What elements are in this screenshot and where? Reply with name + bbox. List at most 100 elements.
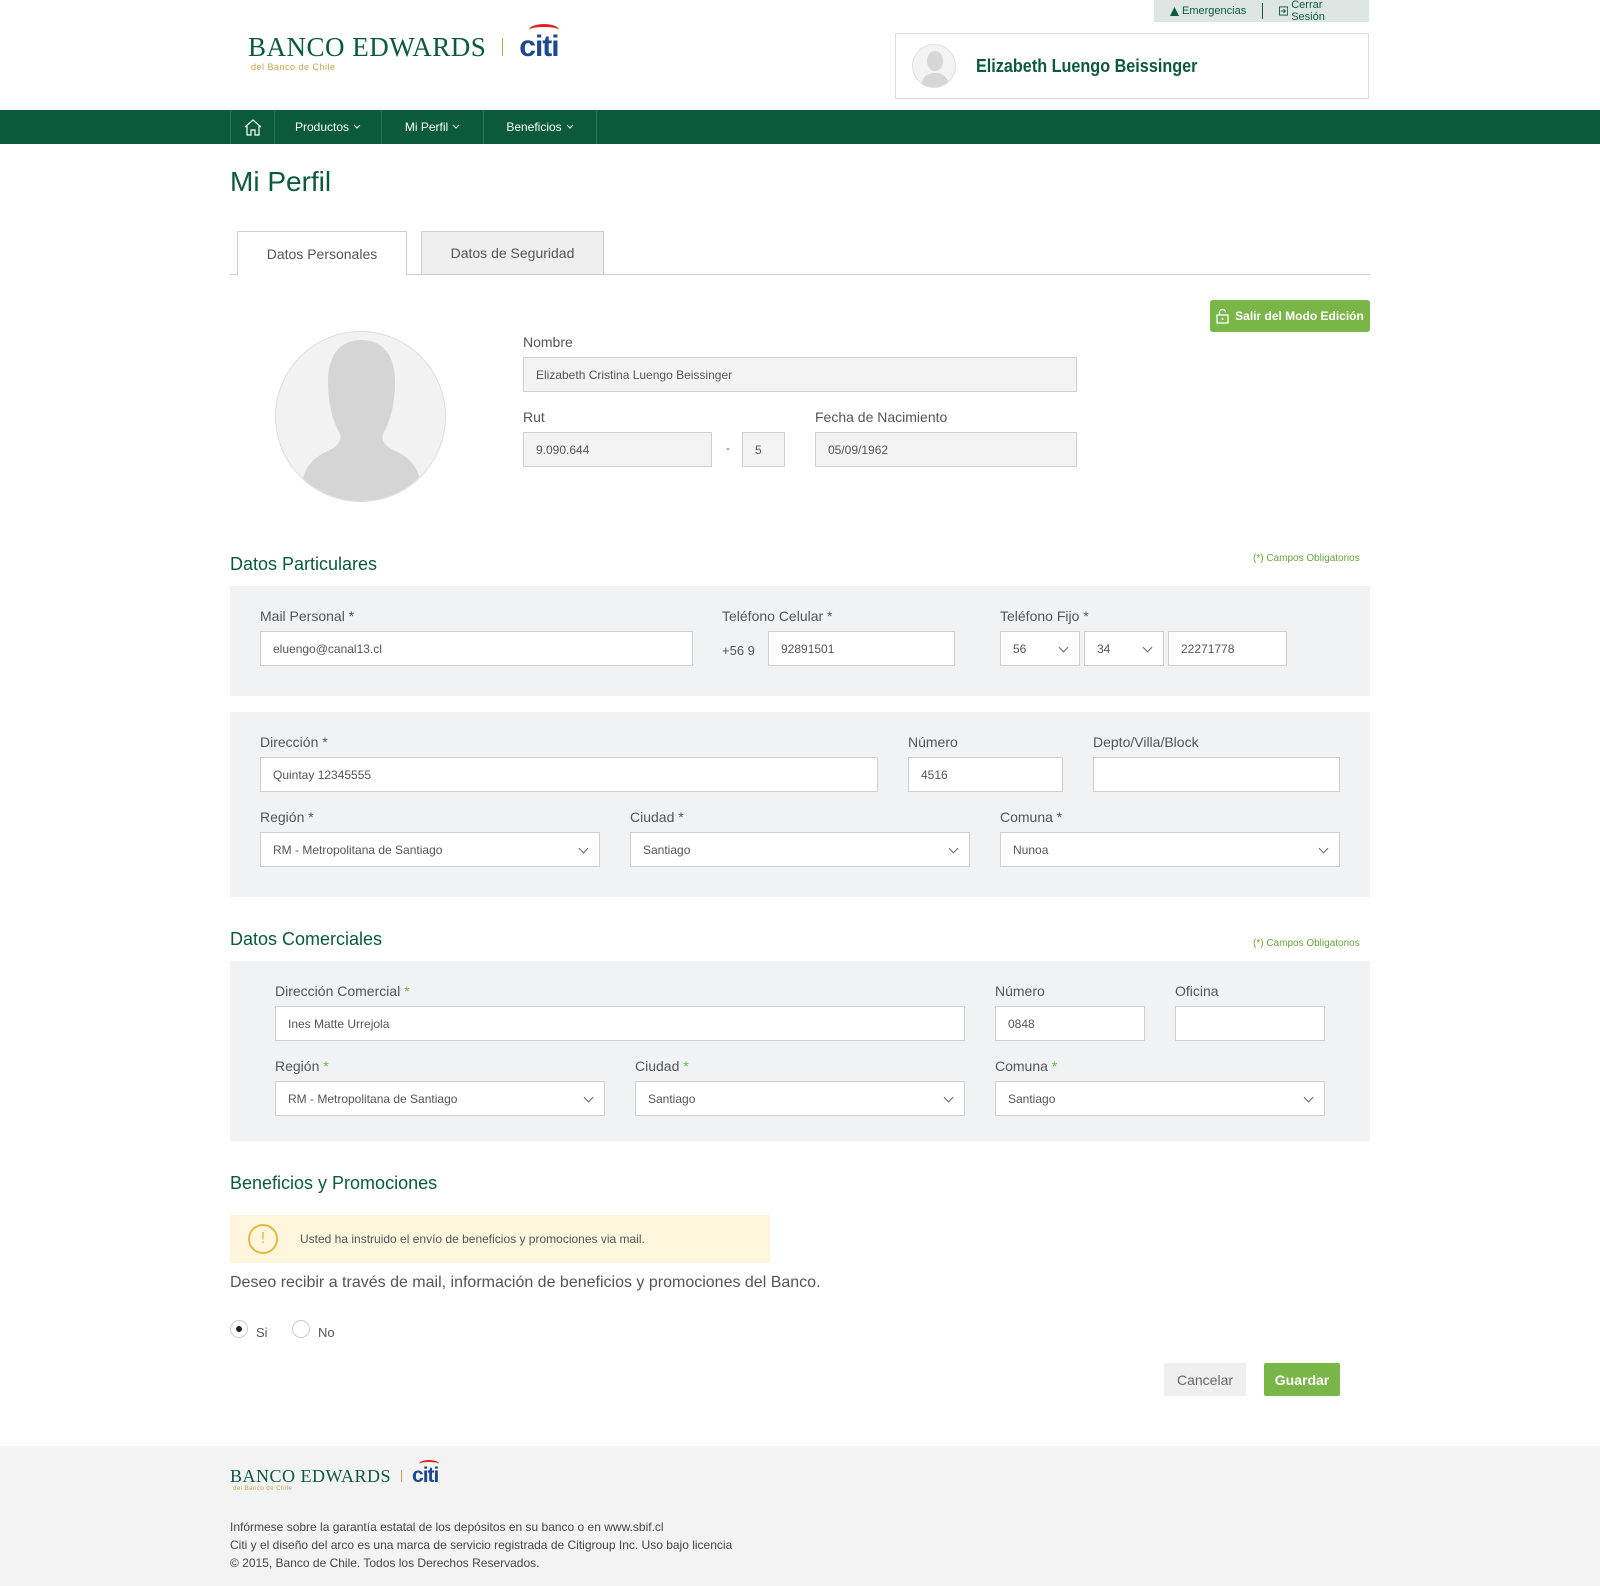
depto-field[interactable] bbox=[1093, 757, 1340, 792]
home-button[interactable] bbox=[230, 110, 274, 144]
brand-subtitle: del Banco de Chile bbox=[251, 62, 336, 72]
numero-field[interactable]: 4516 bbox=[908, 757, 1063, 792]
comuna-comercial-value: Santiago bbox=[1008, 1091, 1056, 1106]
logo-divider bbox=[502, 38, 504, 56]
ciudad-comercial-value: Santiago bbox=[648, 1091, 696, 1106]
user-silhouette-icon bbox=[921, 51, 949, 87]
brand-name: BANCO EDWARDS bbox=[230, 1465, 392, 1486]
chevron-down-icon bbox=[1142, 642, 1153, 652]
ciudad-label: Ciudad * bbox=[630, 809, 684, 825]
chevron-down-icon bbox=[1303, 1092, 1314, 1102]
chevron-down-icon bbox=[578, 843, 589, 853]
fecha-nacimiento-field[interactable]: 05/09/1962 bbox=[815, 432, 1077, 467]
info-alert: ! Usted ha instruido el envío de benefic… bbox=[230, 1215, 770, 1263]
brand-name: BANCO EDWARDS bbox=[248, 31, 487, 62]
nav-label: Beneficios bbox=[506, 120, 562, 134]
numero-comercial-label: Número bbox=[995, 983, 1045, 999]
bank-logo[interactable]: BANCO EDWARDS citi del Banco de Chile bbox=[248, 24, 560, 72]
rut-dash: - bbox=[726, 441, 730, 455]
mail-field[interactable]: eluengo@canal13.cl bbox=[260, 631, 693, 666]
save-button[interactable]: Guardar bbox=[1264, 1363, 1340, 1396]
nav-label: Productos bbox=[294, 120, 350, 134]
profile-tabs: Datos Personales Datos de Seguridad bbox=[230, 231, 1370, 276]
brand-subtitle: del Banco de Chile bbox=[233, 1486, 293, 1492]
beneficios-title: Beneficios y Promociones bbox=[230, 1173, 438, 1193]
comuna-comercial-label: Comuna * bbox=[995, 1058, 1058, 1074]
footer: BANCO EDWARDS citi del Banco de Chile In… bbox=[0, 1446, 1600, 1586]
alert-icon: ! bbox=[248, 1224, 278, 1254]
exit-edit-mode-label: Salir del Modo Edición bbox=[1235, 309, 1364, 323]
fijo-country-select[interactable]: 56 bbox=[1000, 631, 1080, 666]
logo-divider bbox=[401, 1470, 403, 1482]
alert-text: Usted ha instruido el envío de beneficio… bbox=[300, 1232, 645, 1246]
footer-logo: BANCO EDWARDS citi del Banco de Chile bbox=[230, 1460, 439, 1492]
chevron-down-icon bbox=[1318, 843, 1329, 853]
oficina-field[interactable] bbox=[1175, 1006, 1325, 1041]
chevron-down-icon bbox=[1058, 642, 1069, 652]
comuna-select[interactable]: Nunoa bbox=[1000, 832, 1340, 867]
region-value: RM - Metropolitana de Santiago bbox=[273, 842, 443, 857]
rut-dv-field[interactable]: 5 bbox=[742, 432, 785, 467]
cancel-button[interactable]: Cancelar bbox=[1164, 1363, 1246, 1396]
legal-line: Infórmese sobre la garantía estatal de l… bbox=[230, 1520, 664, 1534]
fijo-label: Teléfono Fijo * bbox=[1000, 608, 1089, 624]
region-comercial-label: Región * bbox=[275, 1058, 329, 1074]
tab-datos-personales[interactable]: Datos Personales bbox=[237, 231, 407, 276]
emergencias-link[interactable]: Emergencias bbox=[1154, 3, 1262, 19]
region-label: Región * bbox=[260, 809, 314, 825]
user-name: Elizabeth Luengo Beissinger bbox=[976, 55, 1198, 76]
rut-field[interactable]: 9.090.644 bbox=[523, 432, 712, 467]
profile-photo[interactable] bbox=[275, 331, 446, 502]
radio-si-label: Si bbox=[256, 1325, 268, 1340]
ciudad-select[interactable]: Santiago bbox=[630, 832, 970, 867]
rut-label: Rut bbox=[523, 409, 545, 425]
comuna-comercial-select[interactable]: Santiago bbox=[995, 1081, 1325, 1116]
chevron-down-icon bbox=[353, 124, 361, 129]
region-select[interactable]: RM - Metropolitana de Santiago bbox=[260, 832, 600, 867]
beneficios-question: Deseo recibir a través de mail, informac… bbox=[230, 1274, 821, 1291]
celular-label: Teléfono Celular * bbox=[722, 608, 833, 624]
chevron-down-icon bbox=[583, 1092, 594, 1102]
chevron-down-icon bbox=[948, 843, 959, 853]
direccion-label: Dirección * bbox=[260, 734, 328, 750]
ciudad-comercial-select[interactable]: Santiago bbox=[635, 1081, 965, 1116]
celular-prefix: +56 9 bbox=[722, 643, 755, 658]
tab-datos-seguridad[interactable]: Datos de Seguridad bbox=[421, 231, 604, 275]
radio-no[interactable] bbox=[292, 1320, 310, 1338]
nombre-field[interactable]: Elizabeth Cristina Luengo Beissinger bbox=[523, 357, 1077, 392]
chevron-down-icon bbox=[566, 124, 574, 129]
datos-comerciales-title: Datos Comerciales bbox=[230, 929, 383, 949]
nav-item-productos[interactable]: Productos bbox=[274, 110, 381, 144]
cerrar-sesion-link[interactable]: Cerrar Sesión bbox=[1263, 0, 1369, 23]
nav-item-mi-perfil[interactable]: Mi Perfil bbox=[381, 110, 483, 144]
chevron-down-icon bbox=[452, 124, 460, 129]
page-title: Mi Perfil bbox=[230, 166, 332, 197]
nav-label: Mi Perfil bbox=[404, 120, 449, 134]
fijo-area-select[interactable]: 34 bbox=[1084, 631, 1164, 666]
nombre-label: Nombre bbox=[523, 334, 573, 350]
chevron-down-icon bbox=[943, 1092, 954, 1102]
depto-label: Depto/Villa/Block bbox=[1093, 734, 1199, 750]
required-note: (*) Campos Obligatorios bbox=[1253, 938, 1360, 949]
user-card: Elizabeth Luengo Beissinger bbox=[895, 33, 1369, 99]
required-note: (*) Campos Obligatorios bbox=[1253, 553, 1360, 564]
numero-comercial-field[interactable]: 0848 bbox=[995, 1006, 1145, 1041]
logout-icon bbox=[1279, 6, 1289, 16]
celular-field[interactable]: 92891501 bbox=[768, 631, 955, 666]
ciudad-value: Santiago bbox=[643, 842, 691, 857]
direccion-comercial-field[interactable]: Ines Matte Urrejola bbox=[275, 1006, 965, 1041]
emergencias-label: Emergencias bbox=[1182, 5, 1247, 17]
exit-edit-mode-button[interactable]: Salir del Modo Edición bbox=[1210, 300, 1370, 332]
fijo-number-field[interactable]: 22271778 bbox=[1168, 631, 1287, 666]
fijo-area-value: 34 bbox=[1097, 641, 1111, 656]
direccion-comercial-label: Dirección Comercial * bbox=[275, 983, 410, 999]
mail-label: Mail Personal * bbox=[260, 608, 355, 624]
citi-logo: citi bbox=[412, 1460, 439, 1488]
region-comercial-select[interactable]: RM - Metropolitana de Santiago bbox=[275, 1081, 605, 1116]
home-icon bbox=[244, 119, 261, 136]
oficina-label: Oficina bbox=[1175, 983, 1219, 999]
fijo-country-value: 56 bbox=[1013, 641, 1027, 656]
radio-si[interactable] bbox=[230, 1320, 248, 1338]
nav-item-beneficios[interactable]: Beneficios bbox=[483, 110, 597, 144]
direccion-field[interactable]: Quintay 12345555 bbox=[260, 757, 878, 792]
